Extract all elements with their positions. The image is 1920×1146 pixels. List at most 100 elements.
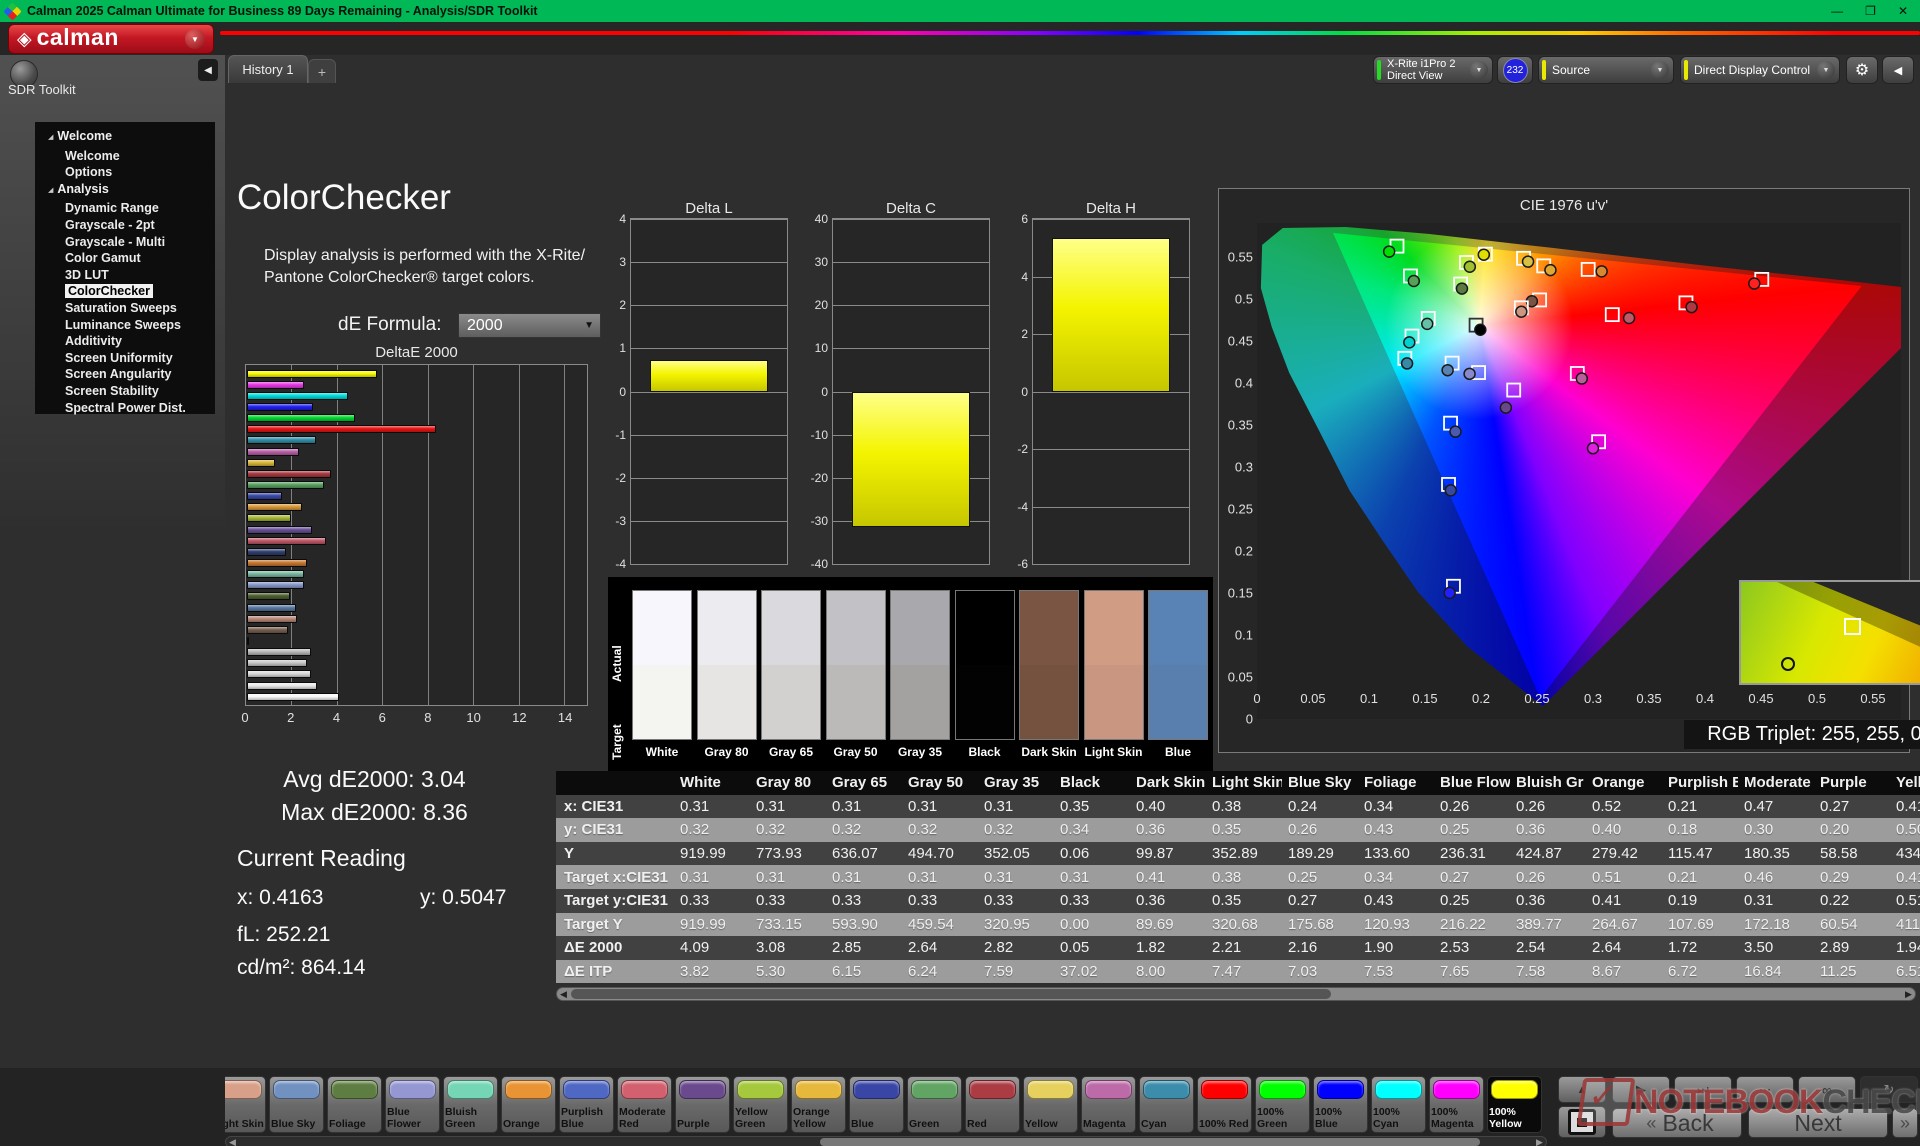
source-dropdown-icon[interactable]: ▼ bbox=[1651, 61, 1669, 79]
back-button[interactable]: « Back bbox=[1612, 1108, 1742, 1138]
table-cell: 58.58 bbox=[1814, 845, 1890, 862]
cie-y-tick-label: 0.15 bbox=[1219, 585, 1253, 600]
patch-button-purplish-blue[interactable]: Purplish Blue bbox=[559, 1076, 614, 1133]
patch-button-green[interactable]: Green bbox=[907, 1076, 962, 1133]
next-skip-button[interactable]: » bbox=[1892, 1108, 1918, 1138]
patch-button-blue-sky[interactable]: Blue Sky bbox=[269, 1076, 324, 1133]
transport-refresh-button[interactable]: ↻ bbox=[1860, 1076, 1918, 1103]
deltae-bar-row bbox=[247, 524, 586, 535]
sidebar-collapse-button[interactable]: ◀ bbox=[198, 59, 218, 81]
table-scrollbar[interactable]: ◀ ▶ bbox=[556, 987, 1916, 1001]
table-cell: 1.82 bbox=[1130, 939, 1206, 956]
patch-button-yellow[interactable]: Yellow bbox=[1023, 1076, 1078, 1133]
sidebar-item-colorchecker[interactable]: ColorChecker bbox=[35, 283, 215, 300]
sidebar-item-spectral-power-dist-[interactable]: Spectral Power Dist. bbox=[35, 400, 215, 417]
patch-button-blue-flower[interactable]: Blue Flower bbox=[385, 1076, 440, 1133]
calman-menu-button[interactable]: ◈ calman ▼ bbox=[8, 24, 214, 54]
sidebar-item-luminance-sweeps[interactable]: Luminance Sweeps bbox=[35, 317, 215, 334]
display-control-dropdown[interactable]: Direct Display Control ▼ bbox=[1680, 56, 1840, 84]
next-button[interactable]: Next bbox=[1748, 1108, 1888, 1138]
patch-button-moderate-red[interactable]: Moderate Red bbox=[617, 1076, 672, 1133]
meter-dropdown-icon[interactable]: ▼ bbox=[1470, 61, 1488, 79]
swatch-target bbox=[762, 665, 820, 739]
patch-button-orange-yellow[interactable]: Orange Yellow bbox=[791, 1076, 846, 1133]
table-cell: 0.41 bbox=[1586, 892, 1662, 909]
scroll-right-icon[interactable]: ▶ bbox=[1902, 988, 1915, 1000]
sidebar-item-analysis[interactable]: ◢Analysis bbox=[35, 181, 215, 201]
table-cell: 2.16 bbox=[1282, 939, 1358, 956]
meter-count-button[interactable]: 232 bbox=[1497, 56, 1533, 84]
scroll-left-icon[interactable]: ◀ bbox=[226, 1137, 239, 1146]
meter-dropdown[interactable]: X-Rite i1Pro 2 Direct View ▼ bbox=[1373, 56, 1493, 84]
close-button[interactable]: ✕ bbox=[1898, 4, 1908, 18]
patch-button-foliage[interactable]: Foliage bbox=[327, 1076, 382, 1133]
patch-button-bluish-green[interactable]: Bluish Green bbox=[443, 1076, 498, 1133]
swatch-actual bbox=[698, 591, 756, 665]
delta-gridline bbox=[631, 521, 787, 522]
patch-color-chip bbox=[273, 1080, 320, 1099]
sidebar-item-screen-stability[interactable]: Screen Stability bbox=[35, 383, 215, 400]
pattern-window-button[interactable] bbox=[1558, 1106, 1606, 1138]
patch-button-100-red[interactable]: 100% Red bbox=[1197, 1076, 1252, 1133]
patch-button-100-magenta[interactable]: 100% Magenta bbox=[1429, 1076, 1484, 1133]
patch-button-purple[interactable]: Purple bbox=[675, 1076, 730, 1133]
sidebar-item-screen-uniformity[interactable]: Screen Uniformity bbox=[35, 350, 215, 367]
patch-button-yellow-green[interactable]: Yellow Green bbox=[733, 1076, 788, 1133]
de-formula-select[interactable]: 2000 ▼ bbox=[458, 313, 601, 338]
sidebar-item-options[interactable]: Options bbox=[35, 164, 215, 181]
maximize-button[interactable]: ❐ bbox=[1865, 4, 1876, 18]
pattern-up-button[interactable]: ▲ bbox=[1558, 1076, 1606, 1103]
sidebar-item-label: Color Gamut bbox=[65, 251, 141, 265]
patch-button-100-blue[interactable]: 100% Blue bbox=[1313, 1076, 1368, 1133]
display-control-dropdown-icon[interactable]: ▼ bbox=[1817, 61, 1835, 79]
patch-button-red[interactable]: Red bbox=[965, 1076, 1020, 1133]
source-dropdown[interactable]: Source ▼ bbox=[1538, 56, 1674, 84]
settings-button[interactable]: ⚙ bbox=[1846, 56, 1878, 84]
swatch-gray-80 bbox=[697, 590, 757, 740]
table-cell: 0.26 bbox=[1510, 869, 1586, 886]
table-scrollbar-thumb[interactable] bbox=[571, 989, 1331, 999]
table-column-header: Blue Flow bbox=[1434, 774, 1510, 791]
sidebar-item-welcome[interactable]: Welcome bbox=[35, 148, 215, 165]
patch-button-100-green[interactable]: 100% Green bbox=[1255, 1076, 1310, 1133]
panel-collapse-button[interactable]: ◀ bbox=[1882, 56, 1914, 84]
patch-label: Bluish Green bbox=[445, 1107, 496, 1130]
tree-caret-icon[interactable]: ◢ bbox=[48, 183, 53, 200]
patch-button-100-yellow[interactable]: 100% Yellow bbox=[1487, 1076, 1542, 1133]
sidebar-item-dynamic-range[interactable]: Dynamic Range bbox=[35, 200, 215, 217]
patch-button-light-skin[interactable]: Light Skin bbox=[225, 1076, 266, 1133]
patch-button-orange[interactable]: Orange bbox=[501, 1076, 556, 1133]
sidebar-item-3d-lut[interactable]: 3D LUT bbox=[35, 267, 215, 284]
patch-button-cyan[interactable]: Cyan bbox=[1139, 1076, 1194, 1133]
table-cell: 0.24 bbox=[1282, 798, 1358, 815]
transport-play-button[interactable]: ▶ bbox=[1612, 1076, 1670, 1103]
sidebar-item-grayscale-2pt[interactable]: Grayscale - 2pt bbox=[35, 217, 215, 234]
meter-mode: Direct View bbox=[1387, 70, 1455, 82]
patch-scrollbar-thumb[interactable] bbox=[820, 1138, 1480, 1146]
transport-loop-button[interactable]: ∞ bbox=[1798, 1076, 1856, 1103]
scroll-left-icon[interactable]: ◀ bbox=[557, 988, 570, 1000]
table-cell: 0.31 bbox=[750, 798, 826, 815]
tree-caret-icon[interactable]: ◢ bbox=[48, 130, 53, 147]
minimize-button[interactable]: — bbox=[1831, 4, 1843, 18]
sidebar-item-color-gamut[interactable]: Color Gamut bbox=[35, 250, 215, 267]
sidebar-item-grayscale-multi[interactable]: Grayscale - Multi bbox=[35, 234, 215, 251]
delta-tick-label: -4 bbox=[615, 557, 626, 571]
tab-history-1[interactable]: History 1 bbox=[228, 55, 308, 83]
patch-button-100-cyan[interactable]: 100% Cyan bbox=[1371, 1076, 1426, 1133]
transport-step-button[interactable]: ⏭ bbox=[1674, 1076, 1732, 1103]
patch-button-magenta[interactable]: Magenta bbox=[1081, 1076, 1136, 1133]
deltae-x-tick-label: 2 bbox=[287, 710, 294, 725]
table-cell: 0.25 bbox=[1282, 869, 1358, 886]
scroll-right-icon[interactable]: ▶ bbox=[1533, 1137, 1546, 1146]
transport-list-button[interactable]: ⋯ bbox=[1736, 1076, 1794, 1103]
patch-strip-scrollbar[interactable]: ◀ ▶ bbox=[225, 1136, 1547, 1146]
delta-value-bar bbox=[1052, 238, 1171, 392]
sidebar-item-welcome[interactable]: ◢Welcome bbox=[35, 128, 215, 148]
sidebar-item-additivity[interactable]: Additivity bbox=[35, 333, 215, 350]
sidebar-item-screen-angularity[interactable]: Screen Angularity bbox=[35, 366, 215, 383]
calman-menu-dropdown-icon[interactable]: ▼ bbox=[185, 29, 205, 49]
sidebar-item-saturation-sweeps[interactable]: Saturation Sweeps bbox=[35, 300, 215, 317]
add-tab-button[interactable]: + bbox=[308, 59, 336, 83]
patch-button-blue[interactable]: Blue bbox=[849, 1076, 904, 1133]
